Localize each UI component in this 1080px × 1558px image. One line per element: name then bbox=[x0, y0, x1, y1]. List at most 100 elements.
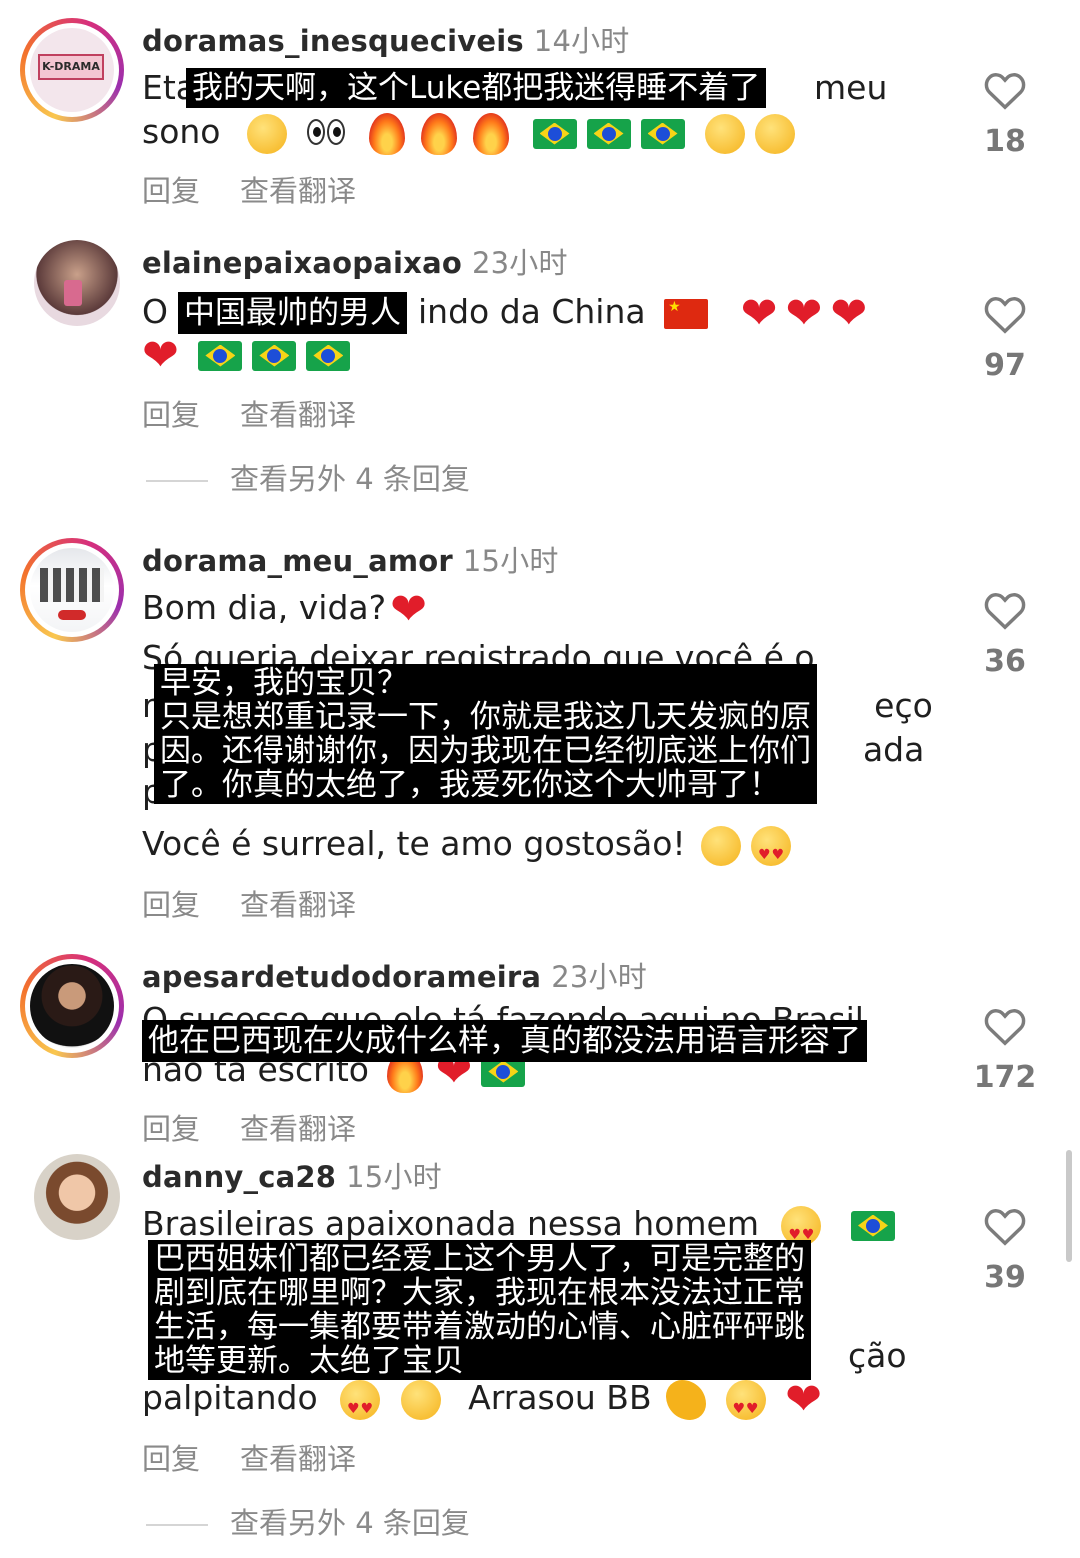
laughing-face-icon bbox=[701, 825, 742, 866]
timestamp: 15小时 bbox=[346, 1160, 442, 1194]
translation-overlay: 中国最帅的男人 bbox=[178, 292, 407, 334]
username[interactable]: danny_ca28 15小时 bbox=[142, 1154, 442, 1196]
username[interactable]: doramas_inesqueciveis 14小时 bbox=[142, 18, 630, 60]
reply-button[interactable]: 回复 bbox=[142, 1442, 200, 1476]
fire-icon bbox=[473, 112, 509, 155]
comment-actions: 回复 查看翻译 bbox=[142, 1436, 396, 1478]
overlay-line: 早安，我的宝贝？ bbox=[160, 665, 408, 701]
like-button[interactable]: 172 bbox=[968, 1006, 1042, 1095]
heart-outline-icon bbox=[984, 73, 1026, 110]
like-button[interactable]: 97 bbox=[968, 294, 1042, 383]
reply-button[interactable]: 回复 bbox=[142, 888, 200, 922]
like-count: 39 bbox=[984, 1260, 1026, 1295]
eyes-icon bbox=[306, 112, 347, 156]
translation-overlay: 早安，我的宝贝？ 只是想郑重记录一下，你就是我这几天发疯的原 因。还得谢谢你，因… bbox=[154, 664, 817, 804]
like-count: 97 bbox=[984, 348, 1026, 383]
smile-icon bbox=[705, 113, 745, 154]
overlay-line: 因。还得谢谢你，因为我现在已经彻底迷上你们 bbox=[160, 733, 811, 769]
fire-icon bbox=[421, 112, 457, 155]
divider bbox=[146, 1524, 208, 1526]
phone-shape bbox=[64, 280, 82, 306]
heart-eyes-face-icon bbox=[725, 1379, 766, 1431]
avatar[interactable]: K-DRAMA bbox=[20, 18, 124, 122]
translate-button[interactable]: 查看翻译 bbox=[240, 398, 356, 432]
red-heart-icon: ❤ bbox=[142, 329, 179, 381]
like-button[interactable]: 36 bbox=[968, 590, 1042, 679]
like-button[interactable]: 18 bbox=[968, 70, 1042, 159]
brazil-flag-icon bbox=[252, 340, 297, 371]
translation-overlay: 我的天啊，这个Luke都把我迷得睡不着了 bbox=[186, 68, 767, 108]
overlay-line: 了。你真的太绝了，我爱死你这个大帅哥了！ bbox=[160, 767, 780, 803]
translate-button[interactable]: 查看翻译 bbox=[240, 1442, 356, 1476]
overlay-line: 只是想郑重记录一下，你就是我这几天发疯的原 bbox=[160, 699, 811, 735]
red-heart-icon: ❤ bbox=[390, 583, 428, 635]
sleepy-face-icon bbox=[247, 113, 287, 154]
comment-actions: 回复 查看翻译 bbox=[142, 168, 396, 210]
brazil-flag-icon bbox=[306, 340, 351, 371]
like-button[interactable]: 39 bbox=[968, 1206, 1042, 1295]
username-label: dorama_meu_amor bbox=[142, 544, 453, 578]
overlay-line: 地等更新。太绝了宝贝 bbox=[154, 1343, 464, 1379]
view-more-replies-label: 查看另外 4 条回复 bbox=[230, 462, 470, 496]
red-badge bbox=[58, 610, 86, 620]
clapping-hands-icon bbox=[666, 1379, 707, 1420]
overlay-line: 生活，每一集都要带着激动的心情、心脏砰砰跳 bbox=[154, 1309, 805, 1345]
comment-text: Bom dia, vida?❤ bbox=[142, 583, 428, 635]
like-count: 18 bbox=[984, 124, 1026, 159]
avatar[interactable] bbox=[34, 1154, 120, 1240]
timestamp: 14小时 bbox=[533, 24, 630, 58]
timestamp: 23小时 bbox=[471, 246, 568, 280]
brazil-flag-icon bbox=[586, 118, 631, 149]
red-heart-icon: ❤ bbox=[785, 1373, 822, 1425]
like-count: 36 bbox=[984, 644, 1026, 679]
brazil-flag-icon bbox=[198, 340, 243, 371]
heart-eyes-face-icon bbox=[751, 825, 792, 877]
view-more-replies[interactable]: 查看另外 4 条回复 bbox=[146, 1500, 470, 1542]
username-label: danny_ca28 bbox=[142, 1160, 337, 1194]
pleading-face-icon bbox=[400, 1379, 441, 1420]
username-label: elainepaixaopaixao bbox=[142, 246, 462, 280]
like-count: 172 bbox=[973, 1060, 1037, 1095]
avatar[interactable] bbox=[20, 954, 124, 1058]
translate-button[interactable]: 查看翻译 bbox=[240, 1112, 356, 1146]
comment-text-line2: sono bbox=[142, 110, 800, 156]
username[interactable]: dorama_meu_amor 15小时 bbox=[142, 538, 559, 580]
comment-text-line2: ❤ bbox=[142, 332, 355, 378]
username-label: doramas_inesqueciveis bbox=[142, 24, 524, 58]
username-label: apesardetudodorameira bbox=[142, 960, 542, 994]
reply-button[interactable]: 回复 bbox=[142, 1112, 200, 1146]
heart-outline-icon bbox=[984, 1009, 1026, 1046]
translate-button[interactable]: 查看翻译 bbox=[240, 888, 356, 922]
fire-icon bbox=[369, 112, 405, 155]
comment-actions: 回复 查看翻译 bbox=[142, 882, 396, 924]
avatar[interactable] bbox=[20, 538, 124, 642]
username[interactable]: apesardetudodorameira 23小时 bbox=[142, 954, 647, 996]
red-heart-icon: ❤ bbox=[830, 287, 868, 339]
translation-overlay: 他在巴西现在火成什么样，真的都没法用语言形容了 bbox=[142, 1020, 867, 1062]
brazil-flag-icon bbox=[850, 1210, 895, 1241]
username[interactable]: elainepaixaopaixao 23小时 bbox=[142, 240, 568, 282]
overlay-line: 巴西姐妹们都已经爱上这个男人了，可是完整的 bbox=[154, 1241, 805, 1277]
translate-button[interactable]: 查看翻译 bbox=[240, 174, 356, 208]
divider bbox=[146, 480, 208, 482]
red-heart-icon: ❤ bbox=[785, 287, 823, 339]
heart-outline-icon bbox=[984, 297, 1026, 334]
brazil-flag-icon bbox=[640, 118, 685, 149]
view-more-replies[interactable]: 查看另外 4 条回复 bbox=[146, 456, 470, 498]
avatar-logo: K-DRAMA bbox=[38, 54, 104, 80]
brazil-flag-icon bbox=[532, 118, 577, 149]
china-flag-icon bbox=[664, 298, 709, 329]
smile-icon bbox=[755, 113, 795, 154]
reply-button[interactable]: 回复 bbox=[142, 398, 200, 432]
heart-eyes-face-icon bbox=[340, 1379, 381, 1431]
avatar[interactable] bbox=[34, 240, 120, 326]
scrollbar[interactable] bbox=[1066, 1150, 1072, 1262]
comment-actions: 回复 查看翻译 bbox=[142, 1106, 396, 1148]
timestamp: 23小时 bbox=[551, 960, 647, 994]
overlay-line: 剧到底在哪里啊？大家，我现在根本没法过正常 bbox=[154, 1275, 805, 1311]
heart-outline-icon bbox=[984, 1209, 1026, 1246]
comment-text-last: palpitando Arrasou BB ❤ bbox=[142, 1373, 826, 1431]
reply-button[interactable]: 回复 bbox=[142, 174, 200, 208]
timestamp: 15小时 bbox=[462, 544, 559, 578]
red-heart-icon: ❤ bbox=[740, 287, 778, 339]
